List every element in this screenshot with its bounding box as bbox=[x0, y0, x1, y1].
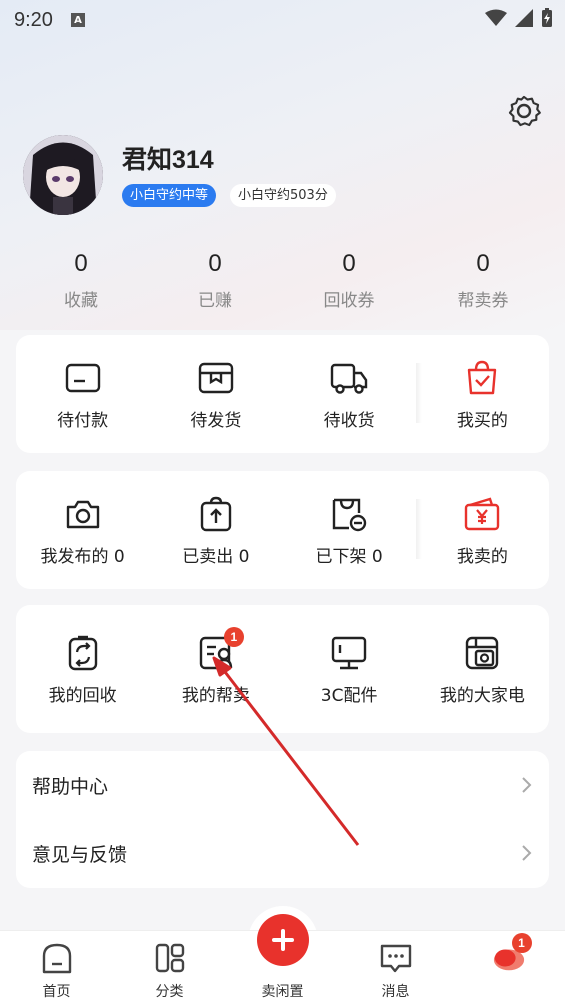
my-appliances-button[interactable]: 我的大家电 bbox=[416, 605, 549, 733]
sell-plus-button[interactable] bbox=[257, 914, 309, 966]
sell-orders-card: 我发布的 0 已卖出 0 已下架 0 我卖的 bbox=[16, 471, 549, 589]
wallet-icon bbox=[65, 363, 100, 392]
stats-row: 0 收藏 0 已赚 0 回收券 0 帮卖券 bbox=[14, 250, 550, 311]
help-center-label: 帮助中心 bbox=[32, 775, 109, 798]
3c-accessories-button[interactable]: 3C配件 bbox=[283, 605, 416, 733]
divider bbox=[415, 363, 422, 423]
cell-label: 我的回收 bbox=[48, 685, 117, 706]
message-icon bbox=[380, 944, 411, 973]
signal-icon bbox=[515, 9, 533, 27]
pending-shipment-button[interactable]: 待发货 bbox=[149, 335, 282, 453]
chevron-right-icon bbox=[522, 777, 532, 793]
recycle-icon bbox=[68, 635, 97, 670]
help-center-row[interactable]: 帮助中心 bbox=[16, 751, 549, 819]
monitor-icon bbox=[331, 636, 367, 669]
stat-label: 回收券 bbox=[323, 291, 375, 311]
stat-value: 0 bbox=[208, 250, 222, 277]
chevron-right-icon bbox=[522, 845, 532, 861]
nav-label: 分类 bbox=[155, 984, 184, 1000]
nav-label: 消息 bbox=[381, 984, 410, 1000]
notification-badge: 1 bbox=[223, 626, 244, 647]
my-sales-button[interactable]: 我卖的 bbox=[415, 471, 549, 589]
stat-label: 收藏 bbox=[64, 291, 98, 311]
truck-icon bbox=[330, 363, 368, 394]
yen-wallet-icon bbox=[465, 497, 500, 530]
sold-button[interactable]: 已卖出 0 bbox=[149, 471, 282, 589]
cell-label: 我发布的 0 bbox=[40, 546, 125, 567]
nav-home[interactable]: 首页 bbox=[0, 931, 113, 1004]
pending-payment-button[interactable]: 待付款 bbox=[16, 335, 149, 453]
score-badge[interactable]: 小白守约503分 bbox=[230, 184, 336, 207]
appliance-icon bbox=[466, 636, 499, 669]
delisted-button[interactable]: 已下架 0 bbox=[283, 471, 416, 589]
upload-bag-icon bbox=[200, 496, 232, 531]
my-published-button[interactable]: 我发布的 0 bbox=[16, 471, 149, 589]
stat-label: 帮卖券 bbox=[457, 291, 509, 311]
cell-label: 我的大家电 bbox=[439, 685, 525, 706]
nav-me-badge: 1 bbox=[511, 933, 532, 953]
plus-icon bbox=[272, 929, 294, 951]
cell-label: 我的帮卖 bbox=[181, 685, 250, 706]
my-purchases-button[interactable]: 我买的 bbox=[415, 335, 549, 453]
cell-label: 待发货 bbox=[190, 410, 242, 431]
status-bar: 9:20 A bbox=[0, 0, 565, 40]
services-card: 我的回收 1 我的帮卖 3C配件 我的大家电 bbox=[16, 605, 549, 733]
status-time: 9:20 bbox=[14, 8, 53, 31]
my-recycle-button[interactable]: 我的回收 bbox=[16, 605, 149, 733]
shopping-bag-icon bbox=[468, 360, 497, 394]
pending-receipt-button[interactable]: 待收货 bbox=[283, 335, 416, 453]
stat-earned[interactable]: 0 已赚 bbox=[148, 250, 282, 311]
bag-minus-icon bbox=[332, 498, 367, 531]
divider bbox=[415, 499, 422, 559]
buy-orders-card: 待付款 待发货 待收货 我买的 bbox=[16, 335, 549, 453]
notification-a-icon: A bbox=[70, 13, 85, 27]
cell-label: 待收货 bbox=[323, 410, 375, 431]
stat-recycle-coupons[interactable]: 0 回收券 bbox=[282, 250, 416, 311]
settings-list-card: 帮助中心 意见与反馈 bbox=[16, 751, 549, 888]
battery-icon bbox=[542, 8, 552, 27]
stat-value: 0 bbox=[342, 250, 356, 277]
username[interactable]: 君知314 bbox=[122, 140, 214, 176]
cell-label: 我买的 bbox=[456, 410, 508, 431]
stat-label: 已赚 bbox=[198, 291, 232, 311]
nav-category[interactable]: 分类 bbox=[113, 931, 226, 1004]
nav-me[interactable]: 1 bbox=[452, 931, 565, 1004]
nav-messages[interactable]: 消息 bbox=[339, 931, 452, 1004]
wifi-icon bbox=[485, 9, 507, 26]
nav-label: 卖闲置 bbox=[261, 984, 304, 1000]
cell-label: 已下架 0 bbox=[315, 546, 383, 567]
level-badge[interactable]: 小白守约中等 bbox=[122, 184, 217, 207]
cell-label: 3C配件 bbox=[320, 685, 378, 706]
stat-value: 0 bbox=[74, 250, 88, 277]
nav-label: 首页 bbox=[42, 984, 71, 1000]
cell-label: 我卖的 bbox=[456, 546, 508, 567]
camera-icon bbox=[66, 500, 99, 528]
settings-gear-icon[interactable] bbox=[505, 92, 543, 130]
stat-favorites[interactable]: 0 收藏 bbox=[14, 250, 148, 311]
avatar-image bbox=[23, 135, 103, 215]
box-icon bbox=[198, 362, 234, 393]
my-help-sell-button[interactable]: 1 我的帮卖 bbox=[149, 605, 282, 733]
stat-help-sell-coupons[interactable]: 0 帮卖券 bbox=[416, 250, 550, 311]
avatar[interactable] bbox=[23, 135, 103, 215]
stat-value: 0 bbox=[476, 250, 490, 277]
cell-label: 待付款 bbox=[57, 410, 109, 431]
cell-label: 已卖出 0 bbox=[182, 546, 250, 567]
home-icon bbox=[42, 943, 71, 974]
feedback-label: 意见与反馈 bbox=[32, 843, 128, 866]
category-icon bbox=[155, 943, 184, 973]
feedback-row[interactable]: 意见与反馈 bbox=[16, 819, 549, 887]
